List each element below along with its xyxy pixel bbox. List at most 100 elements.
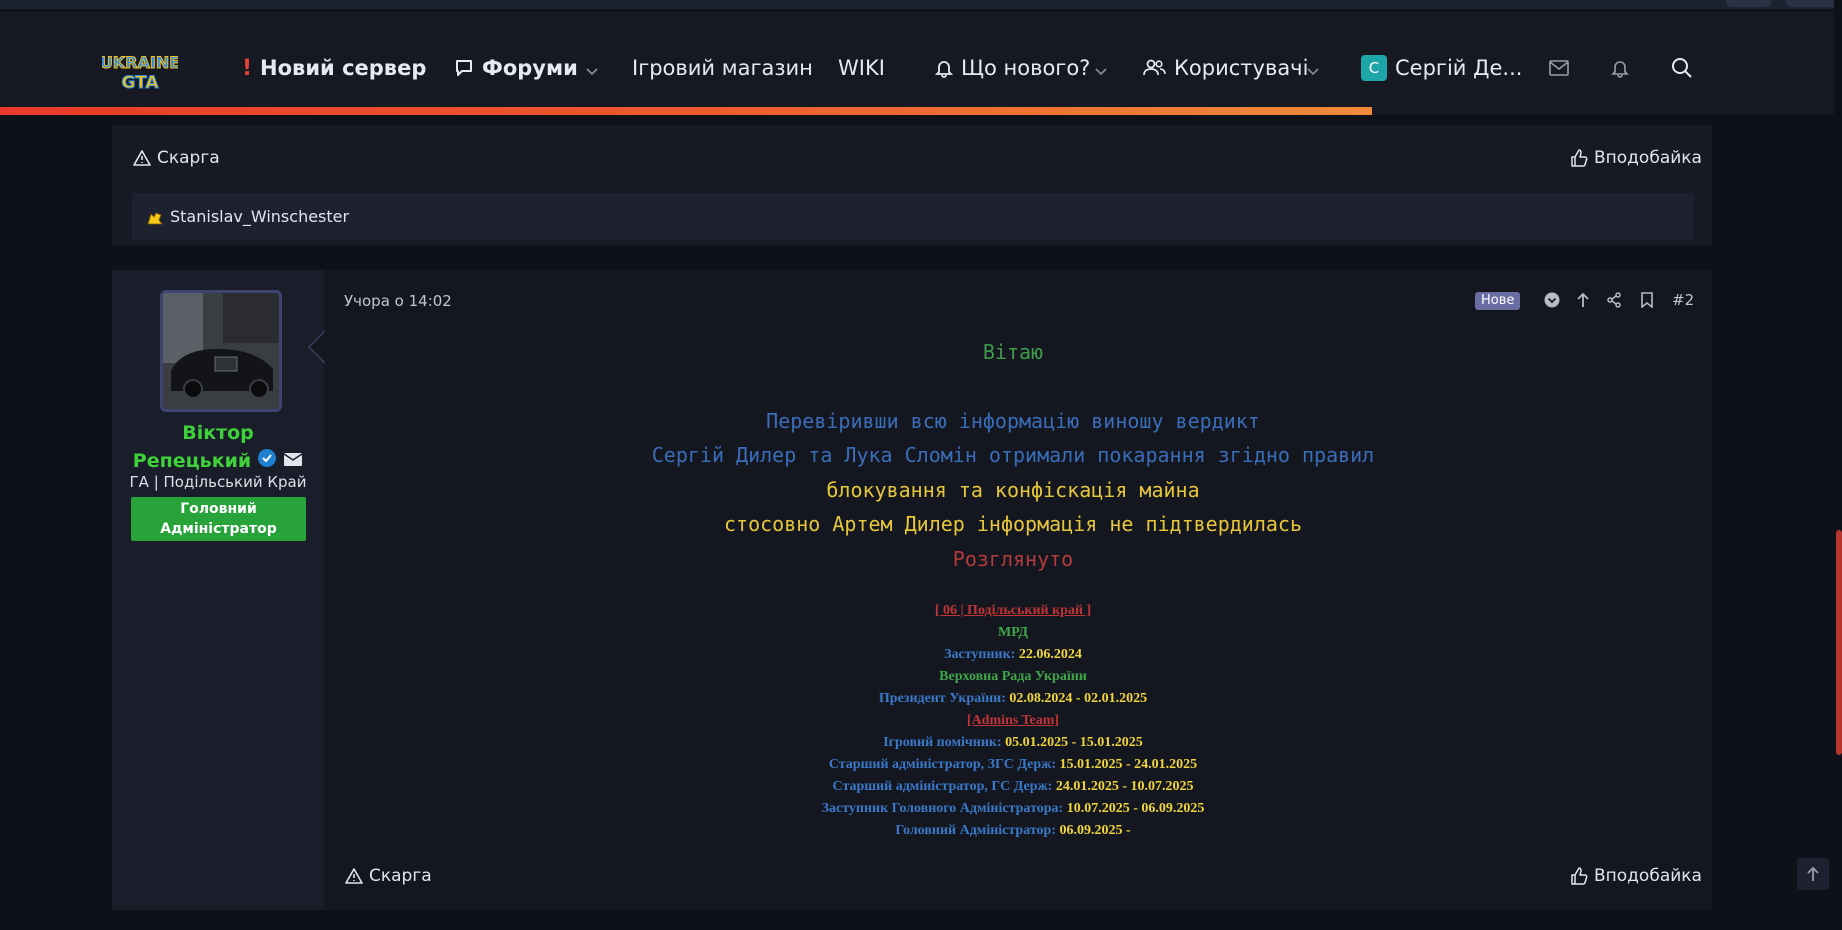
user-role-banner: Головний Адміністратор [131,497,306,541]
chevron-down-icon[interactable] [585,62,599,81]
thumbs-up-icon [1570,149,1588,167]
scrollbar-thumb[interactable] [1836,530,1842,755]
signature-server[interactable]: [ 06 | Подільський край ] [344,603,1682,619]
page-scrollbar[interactable] [1834,0,1842,930]
users-icon [1142,58,1166,78]
like-button[interactable]: Вподобайка [1570,866,1702,886]
bell-icon [935,58,953,78]
nav-account-label: Сергій Де... [1395,56,1523,80]
report-button[interactable]: Скарга [345,866,432,886]
pikachu-reaction-icon [146,208,164,226]
nav-shop[interactable]: Ігровий магазин [632,51,813,85]
site-logo[interactable]: UKRAINE GTA [99,48,180,94]
signature-label: Президент України: [878,691,1006,706]
like-button[interactable]: Вподобайка [1570,148,1702,168]
nav-new-server[interactable]: ! Новий сервер [242,51,426,85]
signature-value: 05.01.2025 - 15.01.2025 [1005,735,1143,750]
signature-president-row: Президент України: 02.08.2024 - 02.01.20… [344,691,1682,707]
signature-row: Старший адміністратор, ЗГС Держ: 15.01.2… [344,757,1682,773]
chevron-circle-down-icon[interactable] [1541,289,1563,311]
warning-icon [133,150,151,166]
user-role-label: Головний Адміністратор [160,501,277,537]
thumbs-up-icon [1570,867,1588,885]
post-text-line: Перевіривши всю інформацію виношу вердик… [766,409,1260,433]
like-label: Вподобайка [1594,866,1702,886]
report-button[interactable]: Скарга [133,148,220,168]
signature-label: Головний Адміністратор: [895,823,1056,838]
post-number[interactable]: #2 [1672,291,1694,309]
report-label: Скарга [157,148,220,168]
notifications-bell-icon[interactable] [1606,54,1634,82]
browser-top-strip [0,0,1842,9]
arrow-up-icon[interactable] [1572,289,1594,311]
post-text-line: Розглянуто [952,547,1074,571]
signature-value: 15.01.2025 - 24.01.2025 [1059,757,1198,772]
post-user-sidebar: Віктор Репецький ГА | Подільський Край Г… [112,270,324,910]
share-icon[interactable] [1603,289,1625,311]
signature-label: Старший адміністратор, ЗГС Держ: [828,757,1056,772]
signature-value: 24.01.2025 - 10.07.2025 [1055,779,1194,794]
nav-shop-label: Ігровий магазин [632,56,813,80]
warning-icon [345,868,363,884]
search-icon[interactable] [1668,54,1696,82]
signature-value: 22.06.2024 [1018,647,1082,662]
bookmark-icon[interactable] [1636,289,1658,311]
top-strip-tab [1726,0,1772,7]
signature-mrd: МРД [998,625,1028,640]
exclamation-icon: ! [242,55,253,81]
chevron-down-icon[interactable] [1094,62,1108,81]
post-text-line: Сергій Дилер та Лука Сломін отримали пок… [651,443,1375,467]
signature-deputy-row: Заступник: 22.06.2024 [344,647,1682,663]
user-avatar[interactable] [160,290,282,412]
logo-text-gta: GTA [121,73,159,93]
mail-icon[interactable] [1545,54,1573,82]
post-date[interactable]: Учора о 14:02 [344,292,452,310]
signature-value: 10.07.2025 - 06.09.2025 [1066,801,1205,816]
signature-row: Старший адміністратор, ГС Держ: 24.01.20… [344,779,1682,795]
back-to-top-button[interactable] [1797,858,1829,890]
post-text-line: Вітаю [982,340,1044,364]
signature-label: Заступник: [944,647,1016,662]
new-badge: Нове [1475,292,1521,310]
nav-account[interactable]: С Сергій Де... [1361,51,1522,85]
nav-whats-new-label: Що нового? [961,56,1091,80]
likes-summary: Stanislav_Winschester [132,193,1694,240]
chat-bubble-icon [454,58,474,78]
page-progress-bar [0,107,1842,115]
nav-forums[interactable]: Форуми [454,51,578,85]
username-line2-row: Репецький [112,448,324,473]
report-label: Скарга [369,866,432,886]
user-title: ГА | Подільський Край [129,473,307,491]
username-line1[interactable]: Віктор [112,422,324,444]
nav-wiki[interactable]: WIKI [838,51,885,85]
username-line2[interactable]: Репецький [133,450,251,472]
chevron-down-icon[interactable] [1306,62,1320,81]
message-envelope-icon[interactable] [283,450,303,472]
nav-new-server-label: Новий сервер [260,56,427,80]
site-navbar: UKRAINE GTA ! Новий сервер Форуми Ігрови… [0,12,1842,113]
nav-users[interactable]: Користувачі [1142,51,1308,85]
post-text-line: блокування та конфіскація майна [826,478,1200,502]
signature-value: 02.08.2024 - 02.01.2025 [1009,691,1148,706]
like-label: Вподобайка [1594,148,1702,168]
nav-wiki-label: WIKI [838,56,885,80]
post-text-line: стосовно Артем Дилер інформація не підтв… [724,512,1302,536]
nav-users-label: Користувачі [1174,56,1309,80]
signature-label: Ігровий помічник: [883,735,1002,750]
liked-by-user[interactable]: Stanislav_Winschester [170,207,349,226]
signature-row: Заступник Головного Адміністратора: 10.0… [344,801,1682,817]
forum-post: Віктор Репецький ГА | Подільський Край Г… [112,270,1712,910]
signature-label: Старший адміністратор, ГС Держ: [832,779,1053,794]
post-pointer-arrow-inner [310,331,326,363]
signature-admins-team[interactable]: [Admins Team] [344,713,1682,729]
nav-forums-label: Форуми [482,56,578,80]
signature-row: Головний Адміністратор: 06.09.2025 - [344,823,1682,839]
account-avatar: С [1361,55,1387,81]
nav-whats-new[interactable]: Що нового? [935,51,1090,85]
logo-text-ukraine: UKRAINE [102,53,178,72]
page-progress-fill [0,107,1373,115]
signature-label: Заступник Головного Адміністратора: [821,801,1064,816]
signature-row: Ігровий помічник: 05.01.2025 - 15.01.202… [344,735,1682,751]
signature-value: 06.09.2025 - [1059,823,1131,838]
signature-rada: Верховна Рада України [939,669,1087,684]
